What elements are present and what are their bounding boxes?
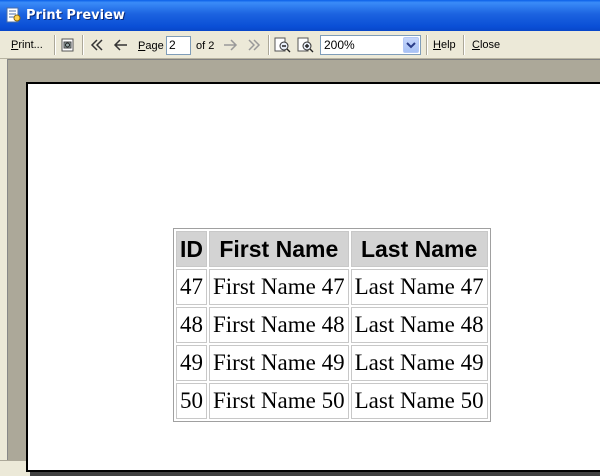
previous-page-icon[interactable] [113, 38, 129, 52]
column-header-id: ID [176, 231, 207, 267]
cell-first-name: First Name 49 [209, 345, 349, 381]
preview-left-border [0, 59, 8, 460]
cell-first-name: First Name 50 [209, 383, 349, 419]
data-table: ID First Name Last Name 47 First Name 47… [173, 228, 491, 422]
cell-id: 48 [176, 307, 207, 343]
close-button[interactable]: Close [472, 31, 500, 58]
column-header-first-name: First Name [209, 231, 349, 267]
zoom-in-icon[interactable] [297, 36, 315, 54]
zoom-dropdown-button[interactable] [403, 37, 419, 53]
cell-last-name: Last Name 49 [350, 345, 488, 381]
toolbar-separator [463, 35, 464, 55]
next-page-icon[interactable] [222, 38, 238, 52]
chevron-down-icon [406, 42, 416, 49]
cell-last-name: Last Name 48 [350, 307, 488, 343]
cell-last-name: Last Name 47 [350, 269, 488, 305]
cell-first-name: First Name 48 [209, 307, 349, 343]
page-label-text: Page [138, 39, 164, 52]
print-button[interactable]: Print... [11, 31, 43, 58]
page-count: of 2 [196, 32, 214, 59]
help-button-label: Help [433, 38, 456, 51]
table-row: 47 First Name 47 Last Name 47 [176, 269, 488, 305]
zoom-select-value: 200% [324, 38, 355, 52]
page-setup-icon[interactable] [60, 37, 76, 53]
toolbar-separator [54, 35, 55, 55]
first-page-icon[interactable] [89, 38, 105, 52]
toolbar-separator [268, 35, 269, 55]
close-button-label: Close [472, 38, 501, 51]
zoom-out-icon[interactable] [274, 36, 292, 54]
help-button[interactable]: Help [433, 31, 456, 58]
print-button-label: Print... [11, 38, 43, 51]
table-row: 48 First Name 48 Last Name 48 [176, 307, 488, 343]
window-title: Print Preview [26, 8, 125, 23]
cell-id: 49 [176, 345, 207, 381]
toolbar-separator [82, 35, 83, 55]
column-header-last-name: Last Name [350, 231, 488, 267]
print-preview-app-icon [6, 7, 21, 23]
page-number-input[interactable]: 2 [166, 36, 191, 55]
toolbar-separator [426, 35, 427, 55]
title-bar: Print Preview [0, 0, 600, 31]
page-label: Page [138, 32, 164, 59]
table-row: 50 First Name 50 Last Name 50 [176, 383, 488, 419]
last-page-icon[interactable] [246, 38, 262, 52]
table-row: 49 First Name 49 Last Name 49 [176, 345, 488, 381]
zoom-select[interactable]: 200% [320, 35, 421, 55]
cell-id: 47 [176, 269, 207, 305]
cell-id: 50 [176, 383, 207, 419]
table-header-row: ID First Name Last Name [176, 231, 488, 267]
cell-first-name: First Name 47 [209, 269, 349, 305]
page-count-text: of 2 [196, 39, 215, 52]
cell-last-name: Last Name 50 [350, 383, 488, 419]
